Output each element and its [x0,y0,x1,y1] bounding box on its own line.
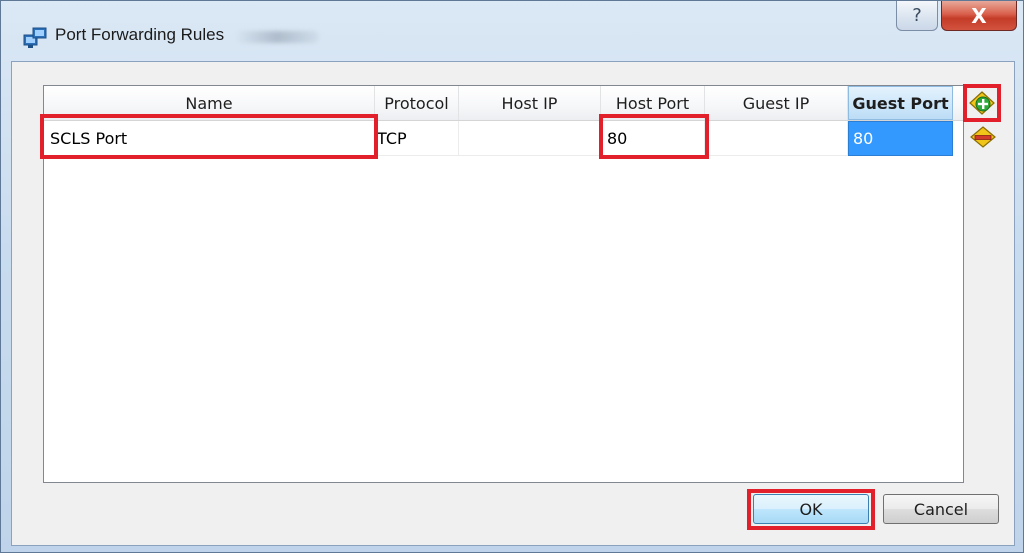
port-forwarding-dialog: Port Forwarding Rules ? X Name Protocol … [0,0,1024,553]
remove-rule-icon [970,126,996,148]
help-button[interactable]: ? [896,1,938,31]
rules-table[interactable]: Name Protocol Host IP Host Port Guest IP… [40,85,964,483]
title-bar[interactable]: Port Forwarding Rules ? X [1,1,1023,61]
column-header-guest-port[interactable]: Guest Port [848,86,953,120]
network-window-icon [23,27,49,49]
cancel-button[interactable]: Cancel [883,494,999,524]
window-title: Port Forwarding Rules [55,25,225,44]
table-row[interactable]: SCLS Port TCP 80 80 [44,121,963,156]
column-header-host-port[interactable]: Host Port [601,86,705,120]
cell-name[interactable]: SCLS Port [44,121,375,156]
remove-rule-button[interactable] [968,122,998,152]
cell-host-port[interactable]: 80 [601,121,705,156]
table-header: Name Protocol Host IP Host Port Guest IP… [44,86,963,121]
cell-guest-port[interactable]: 80 [848,121,953,156]
column-header-name[interactable]: Name [44,86,375,120]
cell-host-ip[interactable] [459,121,601,156]
cell-guest-ip[interactable] [705,121,848,156]
dialog-body: Name Protocol Host IP Host Port Guest IP… [11,61,1015,546]
column-header-host-ip[interactable]: Host IP [459,86,601,120]
column-header-protocol[interactable]: Protocol [375,86,459,120]
title-blurred-text [235,31,319,43]
close-button[interactable]: X [941,1,1017,31]
ok-button[interactable]: OK [753,494,869,524]
add-rule-icon [969,91,995,115]
cell-protocol[interactable]: TCP [375,121,459,156]
column-header-guest-ip[interactable]: Guest IP [705,86,848,120]
add-rule-button[interactable] [967,88,997,118]
